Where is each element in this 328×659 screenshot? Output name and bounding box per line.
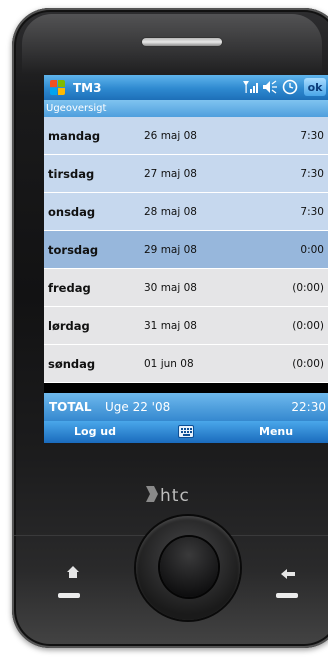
week-label: Uge 22 '08 [105, 400, 171, 414]
day-date: 27 maj 08 [144, 167, 197, 180]
call-button-icon[interactable] [58, 593, 80, 598]
day-hours: 0:00 [300, 243, 324, 256]
day-date: 30 maj 08 [144, 281, 197, 294]
day-name: lørdag [48, 318, 90, 333]
title-bar: TM3 ok [44, 75, 328, 100]
start-logo-icon[interactable] [50, 79, 66, 96]
day-hours: 7:30 [300, 129, 324, 142]
day-hours: (0:00) [292, 319, 324, 332]
clock-icon[interactable] [282, 79, 298, 99]
softkey-bar: Log ud Menu [44, 421, 328, 443]
back-button-icon[interactable] [280, 565, 296, 584]
day-date: 01 jun 08 [144, 357, 194, 370]
device-screen: TM3 ok Ugeoversigt mandag 26 maj 08 7:30… [44, 75, 328, 443]
day-name: søndag [48, 356, 96, 371]
day-name: onsdag [48, 204, 96, 219]
day-row-friday[interactable]: fredag 30 maj 08 (0:00) [44, 269, 328, 307]
day-date: 31 maj 08 [144, 319, 197, 332]
volume-icon[interactable] [262, 80, 278, 98]
day-list: mandag 26 maj 08 7:30 tirsdag 27 maj 08 … [44, 117, 328, 383]
day-name: fredag [48, 280, 91, 295]
day-row-monday[interactable]: mandag 26 maj 08 7:30 [44, 117, 328, 155]
day-hours: 7:30 [300, 167, 324, 180]
day-date: 26 maj 08 [144, 129, 197, 142]
day-row-tuesday[interactable]: tirsdag 27 maj 08 7:30 [44, 155, 328, 193]
htc-logo-icon [146, 486, 158, 502]
home-button-icon[interactable] [66, 565, 80, 579]
day-row-saturday[interactable]: lørdag 31 maj 08 (0:00) [44, 307, 328, 345]
keyboard-icon[interactable] [178, 425, 194, 438]
day-name: torsdag [48, 242, 99, 257]
day-name: tirsdag [48, 166, 95, 181]
ok-button[interactable]: ok [304, 78, 326, 96]
day-hours: (0:00) [292, 281, 324, 294]
screen-subtitle: Ugeoversigt [44, 100, 328, 117]
day-row-thursday[interactable]: torsdag 29 maj 08 0:00 [44, 231, 328, 269]
brand-logo: htc [160, 486, 190, 506]
end-call-button-icon[interactable] [276, 593, 298, 598]
total-label: TOTAL [49, 400, 92, 414]
day-hours: 7:30 [300, 205, 324, 218]
total-bar: TOTAL Uge 22 '08 22:30 [44, 393, 328, 421]
app-title: TM3 [73, 80, 102, 95]
logout-softkey[interactable]: Log ud [74, 425, 116, 438]
signal-icon[interactable] [242, 80, 258, 98]
day-name: mandag [48, 128, 101, 143]
day-hours: (0:00) [292, 357, 324, 370]
day-date: 29 maj 08 [144, 243, 197, 256]
total-hours: 22:30 [291, 400, 326, 414]
status-icons [242, 79, 298, 99]
day-row-sunday[interactable]: søndag 01 jun 08 (0:00) [44, 345, 328, 383]
day-date: 28 maj 08 [144, 205, 197, 218]
navigation-center-button[interactable] [160, 537, 218, 597]
day-row-wednesday[interactable]: onsdag 28 maj 08 7:30 [44, 193, 328, 231]
earpiece-speaker [142, 38, 222, 46]
menu-softkey[interactable]: Menu [259, 425, 293, 438]
